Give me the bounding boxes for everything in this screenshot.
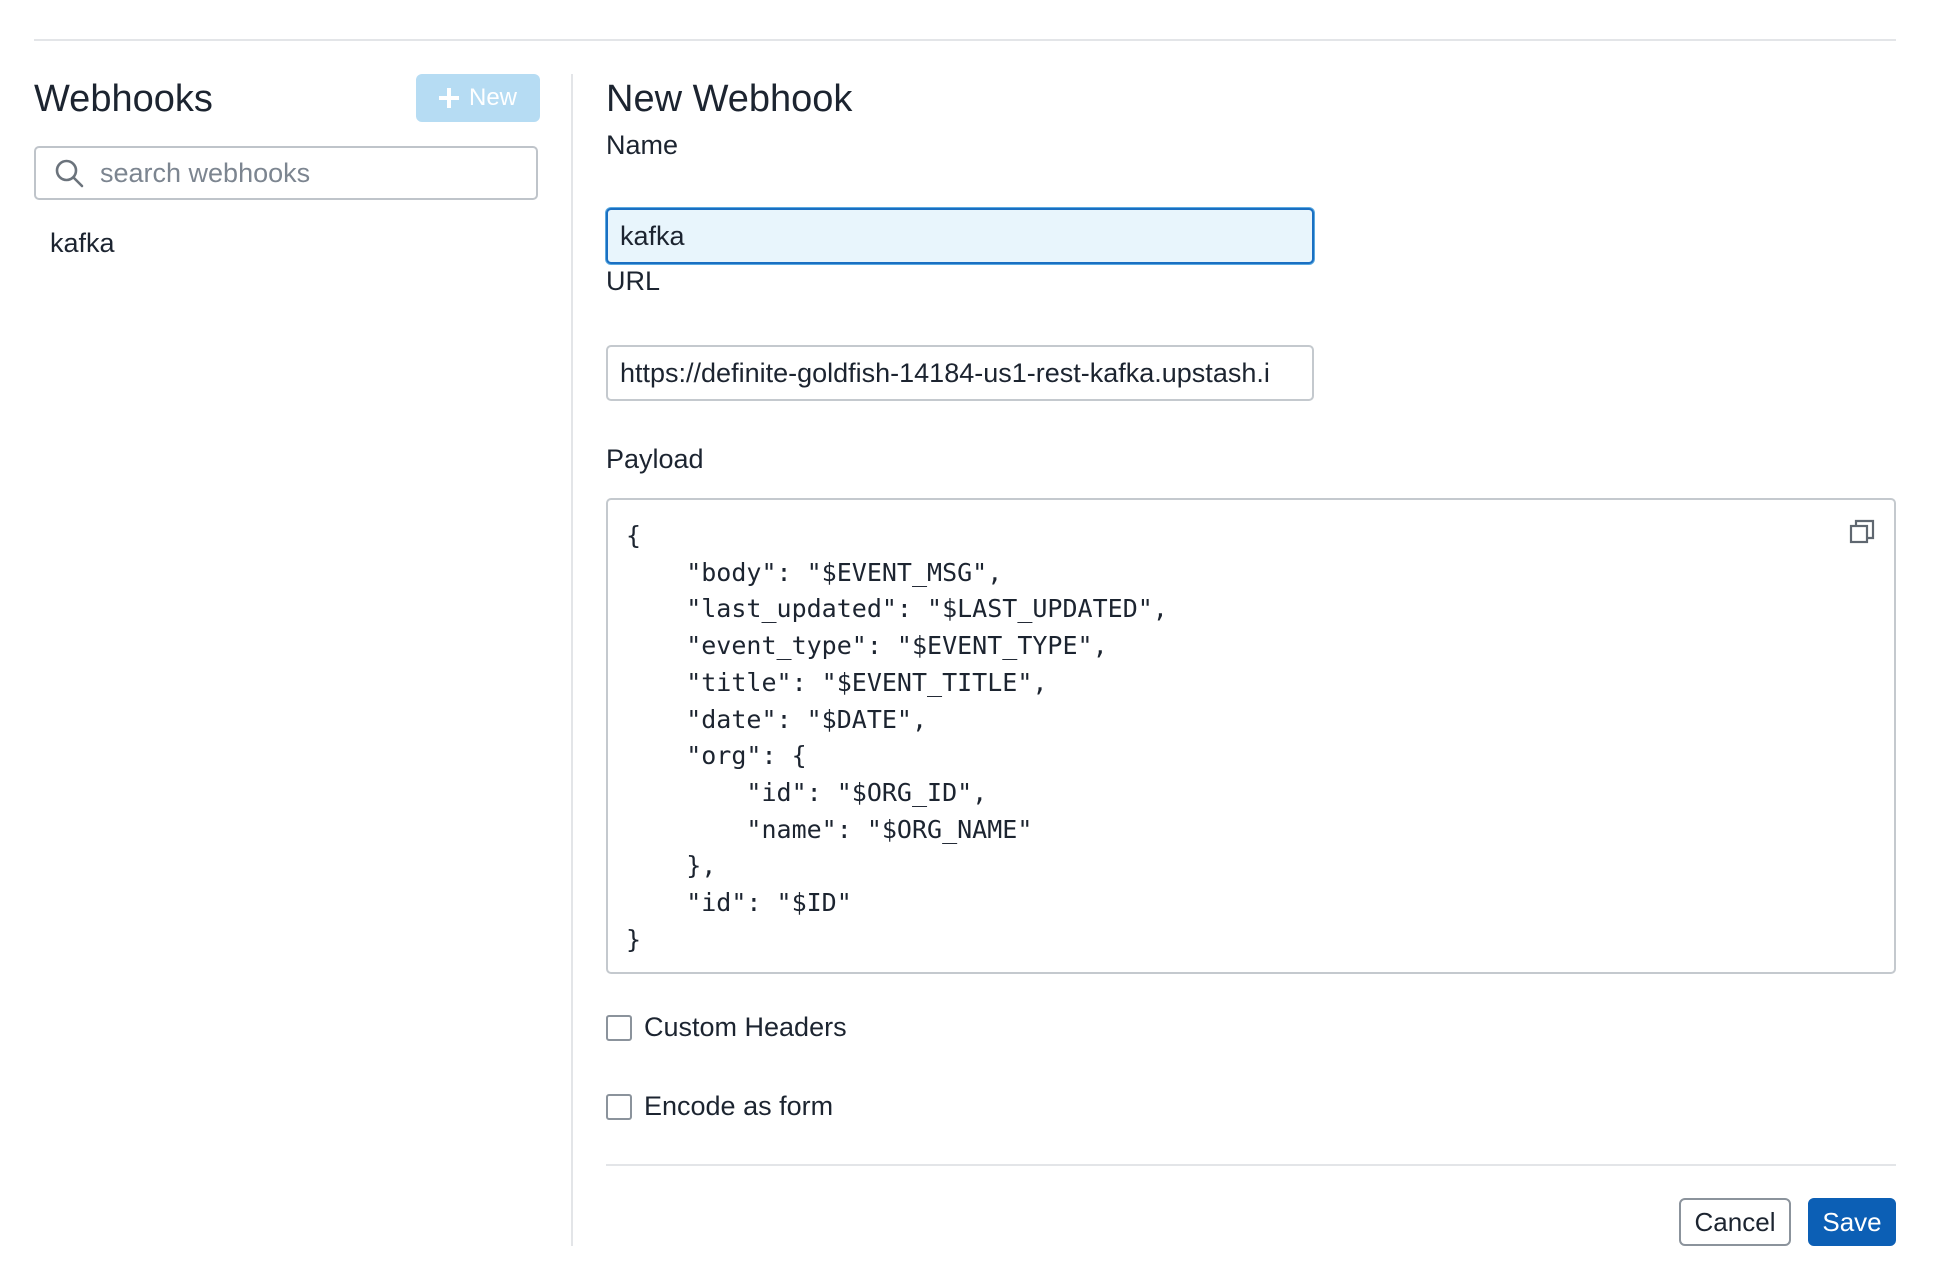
footer-divider bbox=[606, 1164, 1896, 1166]
payload-code[interactable]: { "body": "$EVENT_MSG", "last_updated": … bbox=[626, 518, 1168, 958]
sidebar-title: Webhooks bbox=[34, 78, 213, 120]
webhook-list-item[interactable]: kafka bbox=[50, 228, 115, 259]
payload-editor[interactable]: { "body": "$EVENT_MSG", "last_updated": … bbox=[606, 498, 1896, 974]
search-icon bbox=[55, 159, 84, 188]
copy-icon[interactable] bbox=[1848, 518, 1876, 546]
name-label: Name bbox=[606, 130, 679, 160]
panel-divider bbox=[571, 74, 573, 1246]
custom-headers-checkbox-row[interactable]: Custom Headers bbox=[606, 1012, 847, 1043]
cancel-button[interactable]: Cancel bbox=[1679, 1198, 1791, 1246]
encode-form-checkbox-row[interactable]: Encode as form bbox=[606, 1091, 833, 1122]
search-input[interactable] bbox=[100, 157, 500, 189]
top-divider bbox=[34, 39, 1896, 41]
encode-form-label: Encode as form bbox=[644, 1091, 834, 1121]
search-box[interactable] bbox=[34, 146, 538, 200]
save-button[interactable]: Save bbox=[1808, 1198, 1896, 1246]
custom-headers-label: Custom Headers bbox=[644, 1012, 847, 1042]
plus-icon bbox=[438, 88, 459, 108]
custom-headers-checkbox[interactable] bbox=[606, 1014, 632, 1041]
page-title: New Webhook bbox=[606, 78, 853, 120]
name-input[interactable] bbox=[606, 208, 1314, 264]
url-label: URL bbox=[606, 266, 661, 296]
url-input[interactable] bbox=[606, 345, 1314, 401]
new-button-label: New bbox=[468, 84, 517, 111]
payload-label: Payload bbox=[606, 444, 704, 474]
new-webhook-button[interactable]: New bbox=[416, 74, 540, 122]
encode-form-checkbox[interactable] bbox=[606, 1093, 632, 1120]
